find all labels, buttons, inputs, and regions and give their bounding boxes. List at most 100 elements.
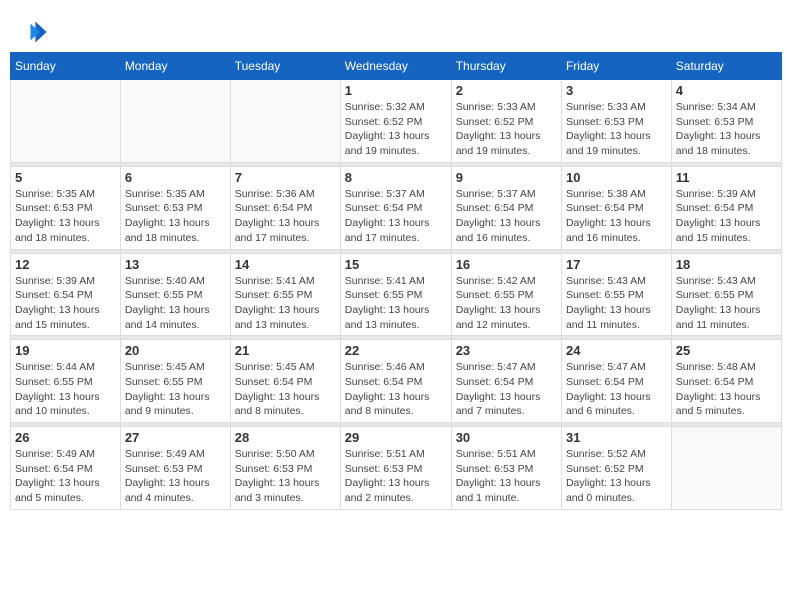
day-number: 31 <box>566 430 667 445</box>
day-number: 18 <box>676 257 777 272</box>
week-row-4: 19 Sunrise: 5:44 AM Sunset: 6:55 PM Dayli… <box>11 340 782 423</box>
day-info: Sunrise: 5:34 AM Sunset: 6:53 PM Dayligh… <box>676 100 777 159</box>
day-info: Sunrise: 5:49 AM Sunset: 6:54 PM Dayligh… <box>15 447 116 506</box>
weekday-thursday: Thursday <box>451 53 561 80</box>
day-info: Sunrise: 5:40 AM Sunset: 6:55 PM Dayligh… <box>125 274 226 333</box>
day-number: 19 <box>15 343 116 358</box>
day-info: Sunrise: 5:52 AM Sunset: 6:52 PM Dayligh… <box>566 447 667 506</box>
weekday-monday: Monday <box>120 53 230 80</box>
day-info: Sunrise: 5:48 AM Sunset: 6:54 PM Dayligh… <box>676 360 777 419</box>
day-number: 2 <box>456 83 557 98</box>
day-cell: 8 Sunrise: 5:37 AM Sunset: 6:54 PM Daylig… <box>340 166 451 249</box>
day-info: Sunrise: 5:50 AM Sunset: 6:53 PM Dayligh… <box>235 447 336 506</box>
day-info: Sunrise: 5:43 AM Sunset: 6:55 PM Dayligh… <box>566 274 667 333</box>
weekday-header-row: SundayMondayTuesdayWednesdayThursdayFrid… <box>11 53 782 80</box>
day-cell: 20Sunrise: 5:45 AM Sunset: 6:55 PM Dayli… <box>120 340 230 423</box>
day-cell: 4 Sunrise: 5:34 AM Sunset: 6:53 PM Daylig… <box>671 80 781 163</box>
day-cell <box>11 80 121 163</box>
day-cell: 14Sunrise: 5:41 AM Sunset: 6:55 PM Dayli… <box>230 253 340 336</box>
calendar-body: 1Sunrise: 5:32 AM Sunset: 6:52 PM Daylig… <box>11 80 782 510</box>
day-cell: 28 Sunrise: 5:50 AM Sunset: 6:53 PM Dayli… <box>230 427 340 510</box>
day-info: Sunrise: 5:45 AM Sunset: 6:55 PM Dayligh… <box>125 360 226 419</box>
day-info: Sunrise: 5:46 AM Sunset: 6:54 PM Dayligh… <box>345 360 447 419</box>
day-info: Sunrise: 5:37 AM Sunset: 6:54 PM Dayligh… <box>345 187 447 246</box>
day-info: Sunrise: 5:45 AM Sunset: 6:54 PM Dayligh… <box>235 360 336 419</box>
day-info: Sunrise: 5:47 AM Sunset: 6:54 PM Dayligh… <box>456 360 557 419</box>
day-cell: 22 Sunrise: 5:46 AM Sunset: 6:54 PM Dayli… <box>340 340 451 423</box>
day-cell: 9 Sunrise: 5:37 AM Sunset: 6:54 PM Daylig… <box>451 166 561 249</box>
logo <box>20 18 48 46</box>
day-number: 17 <box>566 257 667 272</box>
day-cell: 12Sunrise: 5:39 AM Sunset: 6:54 PM Dayli… <box>11 253 121 336</box>
weekday-wednesday: Wednesday <box>340 53 451 80</box>
day-number: 23 <box>456 343 557 358</box>
day-info: Sunrise: 5:44 AM Sunset: 6:55 PM Dayligh… <box>15 360 116 419</box>
day-info: Sunrise: 5:35 AM Sunset: 6:53 PM Dayligh… <box>125 187 226 246</box>
day-cell: 10 Sunrise: 5:38 AM Sunset: 6:54 PM Dayli… <box>561 166 671 249</box>
day-number: 22 <box>345 343 447 358</box>
day-cell <box>671 427 781 510</box>
day-number: 3 <box>566 83 667 98</box>
weekday-sunday: Sunday <box>11 53 121 80</box>
day-info: Sunrise: 5:39 AM Sunset: 6:54 PM Dayligh… <box>15 274 116 333</box>
week-row-3: 12Sunrise: 5:39 AM Sunset: 6:54 PM Dayli… <box>11 253 782 336</box>
day-info: Sunrise: 5:51 AM Sunset: 6:53 PM Dayligh… <box>456 447 557 506</box>
week-row-1: 1Sunrise: 5:32 AM Sunset: 6:52 PM Daylig… <box>11 80 782 163</box>
day-number: 5 <box>15 170 116 185</box>
day-cell: 3 Sunrise: 5:33 AM Sunset: 6:53 PM Daylig… <box>561 80 671 163</box>
day-number: 16 <box>456 257 557 272</box>
day-cell: 11Sunrise: 5:39 AM Sunset: 6:54 PM Dayli… <box>671 166 781 249</box>
day-info: Sunrise: 5:49 AM Sunset: 6:53 PM Dayligh… <box>125 447 226 506</box>
day-number: 9 <box>456 170 557 185</box>
day-number: 4 <box>676 83 777 98</box>
week-row-2: 5 Sunrise: 5:35 AM Sunset: 6:53 PM Daylig… <box>11 166 782 249</box>
day-cell: 23 Sunrise: 5:47 AM Sunset: 6:54 PM Dayli… <box>451 340 561 423</box>
day-number: 26 <box>15 430 116 445</box>
weekday-saturday: Saturday <box>671 53 781 80</box>
day-cell: 2Sunrise: 5:33 AM Sunset: 6:52 PM Daylig… <box>451 80 561 163</box>
day-cell: 18 Sunrise: 5:43 AM Sunset: 6:55 PM Dayli… <box>671 253 781 336</box>
day-info: Sunrise: 5:33 AM Sunset: 6:53 PM Dayligh… <box>566 100 667 159</box>
calendar-table: SundayMondayTuesdayWednesdayThursdayFrid… <box>10 52 782 510</box>
week-row-5: 26 Sunrise: 5:49 AM Sunset: 6:54 PM Dayli… <box>11 427 782 510</box>
day-info: Sunrise: 5:37 AM Sunset: 6:54 PM Dayligh… <box>456 187 557 246</box>
day-number: 13 <box>125 257 226 272</box>
day-cell: 31 Sunrise: 5:52 AM Sunset: 6:52 PM Dayli… <box>561 427 671 510</box>
day-number: 28 <box>235 430 336 445</box>
day-number: 8 <box>345 170 447 185</box>
day-cell: 5 Sunrise: 5:35 AM Sunset: 6:53 PM Daylig… <box>11 166 121 249</box>
day-number: 11 <box>676 170 777 185</box>
weekday-friday: Friday <box>561 53 671 80</box>
page-header <box>10 10 782 52</box>
day-number: 14 <box>235 257 336 272</box>
day-cell: 29 Sunrise: 5:51 AM Sunset: 6:53 PM Dayli… <box>340 427 451 510</box>
day-info: Sunrise: 5:51 AM Sunset: 6:53 PM Dayligh… <box>345 447 447 506</box>
day-number: 10 <box>566 170 667 185</box>
day-info: Sunrise: 5:43 AM Sunset: 6:55 PM Dayligh… <box>676 274 777 333</box>
day-number: 21 <box>235 343 336 358</box>
day-cell: 21 Sunrise: 5:45 AM Sunset: 6:54 PM Dayli… <box>230 340 340 423</box>
day-cell: 30 Sunrise: 5:51 AM Sunset: 6:53 PM Dayli… <box>451 427 561 510</box>
day-info: Sunrise: 5:36 AM Sunset: 6:54 PM Dayligh… <box>235 187 336 246</box>
day-cell: 13 Sunrise: 5:40 AM Sunset: 6:55 PM Dayli… <box>120 253 230 336</box>
day-cell: 27Sunrise: 5:49 AM Sunset: 6:53 PM Dayli… <box>120 427 230 510</box>
day-number: 29 <box>345 430 447 445</box>
day-number: 6 <box>125 170 226 185</box>
day-cell <box>230 80 340 163</box>
logo-icon <box>20 18 48 46</box>
weekday-tuesday: Tuesday <box>230 53 340 80</box>
day-cell: 26 Sunrise: 5:49 AM Sunset: 6:54 PM Dayli… <box>11 427 121 510</box>
day-cell: 25 Sunrise: 5:48 AM Sunset: 6:54 PM Dayli… <box>671 340 781 423</box>
day-number: 15 <box>345 257 447 272</box>
day-number: 30 <box>456 430 557 445</box>
day-info: Sunrise: 5:32 AM Sunset: 6:52 PM Dayligh… <box>345 100 447 159</box>
day-cell: 24 Sunrise: 5:47 AM Sunset: 6:54 PM Dayli… <box>561 340 671 423</box>
day-cell: 15Sunrise: 5:41 AM Sunset: 6:55 PM Dayli… <box>340 253 451 336</box>
day-info: Sunrise: 5:35 AM Sunset: 6:53 PM Dayligh… <box>15 187 116 246</box>
day-info: Sunrise: 5:38 AM Sunset: 6:54 PM Dayligh… <box>566 187 667 246</box>
day-info: Sunrise: 5:47 AM Sunset: 6:54 PM Dayligh… <box>566 360 667 419</box>
day-number: 24 <box>566 343 667 358</box>
day-cell: 6 Sunrise: 5:35 AM Sunset: 6:53 PM Daylig… <box>120 166 230 249</box>
day-cell <box>120 80 230 163</box>
day-number: 25 <box>676 343 777 358</box>
